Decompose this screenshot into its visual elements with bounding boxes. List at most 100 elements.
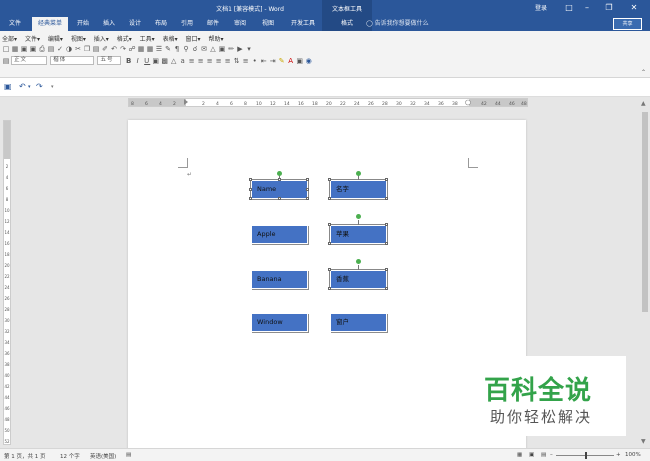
qat-save-icon[interactable]: ▣ <box>4 82 12 91</box>
resize-handle[interactable] <box>385 197 388 200</box>
vertical-ruler[interactable]: 2 4 6 8 10 12 14 16 18 20 22 24 26 28 30 32 34 36 38 40 42 44… <box>3 120 11 445</box>
login-link[interactable]: 登录 <box>535 3 547 12</box>
picture-icon[interactable]: ▣ <box>218 45 227 53</box>
decrease-indent-icon[interactable]: ⇤ <box>260 57 269 65</box>
scroll-thumb[interactable] <box>642 112 648 312</box>
justify-icon[interactable]: ≡ <box>215 57 224 65</box>
zoom-icon[interactable]: ⚲ <box>182 45 191 53</box>
undo-icon[interactable]: ↶ <box>110 45 119 53</box>
table-icon[interactable]: ▦ <box>137 45 146 53</box>
save-as-icon[interactable]: ▣ <box>29 45 38 53</box>
tab-references[interactable]: 引用 <box>176 17 198 31</box>
tab-file[interactable]: 文件 <box>4 17 26 31</box>
italic-icon[interactable]: I <box>134 57 143 65</box>
tab-format[interactable]: 格式 <box>322 17 372 31</box>
textbox-banana[interactable]: Banana <box>251 270 308 289</box>
tab-developer[interactable]: 开发工具 <box>286 17 320 31</box>
resize-handle[interactable] <box>385 223 388 226</box>
resize-handle[interactable] <box>249 197 252 200</box>
page-count[interactable]: 第 1 页，共 1 页 <box>4 452 46 460</box>
bold-icon[interactable]: B <box>125 57 134 65</box>
ribbon-display-options-icon[interactable]: □ <box>560 1 578 15</box>
resize-handle[interactable] <box>328 268 331 271</box>
document-page[interactable] <box>128 120 526 450</box>
rotation-handle[interactable] <box>356 259 361 264</box>
zoom-out-icon[interactable]: – <box>550 452 553 458</box>
tab-insert[interactable]: 插入 <box>98 17 120 31</box>
textbox-apple[interactable]: Apple <box>251 225 308 244</box>
text-effects-icon[interactable]: △ <box>170 57 179 65</box>
textbox-window[interactable]: Window <box>251 313 308 332</box>
menu-table[interactable]: 表格▾ <box>163 36 178 43</box>
align-left-icon[interactable]: ≡ <box>188 57 197 65</box>
tab-home[interactable]: 开始 <box>72 17 94 31</box>
resize-handle[interactable] <box>306 178 309 181</box>
track-changes-icon[interactable]: ✏ <box>227 45 236 53</box>
distributed-icon[interactable]: ≡ <box>224 57 233 65</box>
phonetic-icon[interactable]: ▣ <box>296 57 305 65</box>
cut-icon[interactable]: ✂ <box>74 45 83 53</box>
minimize-icon[interactable]: – <box>578 1 596 15</box>
menu-format[interactable]: 格式▾ <box>117 36 132 43</box>
resize-handle[interactable] <box>328 242 331 245</box>
textbox-chuanghu[interactable]: 窗户 <box>330 313 387 332</box>
print-icon[interactable]: ⎙ <box>38 45 47 54</box>
resize-handle[interactable] <box>278 178 281 181</box>
close-icon[interactable]: ✕ <box>625 1 643 15</box>
menu-view[interactable]: 视图▾ <box>71 36 86 43</box>
tab-classic-menu[interactable]: 经典菜单 <box>32 17 68 31</box>
resize-handle[interactable] <box>306 188 309 191</box>
textbox-pingguo[interactable]: 苹果 <box>329 224 388 245</box>
print-layout-icon[interactable]: ▣ <box>529 452 534 458</box>
font-size-select[interactable]: 五号 <box>97 56 122 65</box>
align-right-icon[interactable]: ≡ <box>206 57 215 65</box>
bullets-icon[interactable]: • <box>251 57 260 65</box>
font-color-icon[interactable]: A <box>287 57 296 65</box>
rotation-handle[interactable] <box>277 171 282 176</box>
resize-handle[interactable] <box>328 178 331 181</box>
macro-icon[interactable]: ▶ <box>236 45 245 53</box>
menu-edit[interactable]: 编辑▾ <box>48 36 63 43</box>
scroll-up-icon[interactable]: ▲ <box>641 100 646 107</box>
resize-handle[interactable] <box>328 223 331 226</box>
char-border-icon[interactable]: ▣ <box>152 57 161 65</box>
numbering-icon[interactable]: ≡ <box>242 57 251 65</box>
research-icon[interactable]: ◑ <box>65 45 74 53</box>
menu-all[interactable]: 全部▾ <box>2 36 17 43</box>
language-indicator[interactable]: 英语(美国) <box>90 452 116 460</box>
char-shading-icon[interactable]: ▩ <box>161 57 170 65</box>
open-folder-icon[interactable]: ▦ <box>11 45 20 53</box>
menu-window[interactable]: 窗口▾ <box>186 36 201 43</box>
maximize-icon[interactable]: ❐ <box>600 1 618 15</box>
highlight-icon[interactable]: ✎ <box>278 57 287 65</box>
tab-layout[interactable]: 布局 <box>150 17 172 31</box>
resize-handle[interactable] <box>328 197 331 200</box>
show-hide-icon[interactable]: ¶ <box>173 45 182 53</box>
change-case-icon[interactable]: a <box>179 57 188 65</box>
align-center-icon[interactable]: ≡ <box>197 57 206 65</box>
zoom-level[interactable]: 100% <box>625 452 641 458</box>
scroll-down-icon[interactable]: ▼ <box>641 438 646 445</box>
tell-me-box[interactable]: ◯ 告诉我你想要做什么 <box>366 17 429 31</box>
tab-mailings[interactable]: 邮件 <box>202 17 224 31</box>
tab-review[interactable]: 审阅 <box>229 17 251 31</box>
textbox-mingzi[interactable]: 名字 <box>329 179 388 200</box>
share-button[interactable]: 共享 <box>613 18 642 30</box>
paste-icon[interactable]: ▤ <box>92 45 101 53</box>
find-icon[interactable]: ☌ <box>191 45 200 53</box>
font-select[interactable]: 楷体 <box>50 56 95 65</box>
zoom-slider-thumb[interactable] <box>585 452 587 459</box>
resize-handle[interactable] <box>249 178 252 181</box>
zoom-in-icon[interactable]: + <box>616 452 621 458</box>
redo-icon[interactable]: ↷ <box>119 45 128 53</box>
help-icon[interactable]: ◉ <box>305 57 314 65</box>
drawing-icon[interactable]: ✎ <box>164 45 173 53</box>
resize-handle[interactable] <box>385 242 388 245</box>
word-count[interactable]: 12 个字 <box>60 452 80 460</box>
hyperlink-icon[interactable]: ☍ <box>128 45 137 53</box>
tab-view[interactable]: 视图 <box>257 17 279 31</box>
resize-handle[interactable] <box>278 197 281 200</box>
read-mode-icon[interactable]: ▦ <box>517 452 522 458</box>
resize-handle[interactable] <box>249 188 252 191</box>
shapes-icon[interactable]: △ <box>209 45 218 53</box>
